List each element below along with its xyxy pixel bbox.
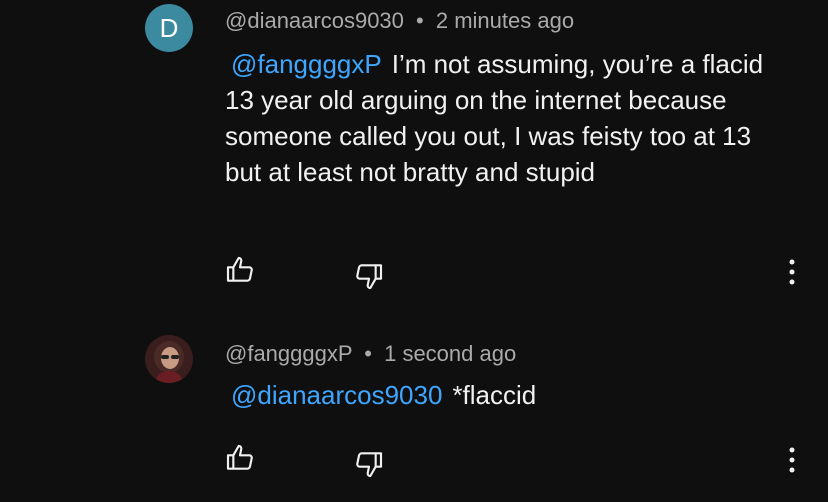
comment-meta: @fanggggxP • 1 second ago <box>225 341 516 367</box>
more-vertical-icon <box>789 259 795 285</box>
more-actions-button[interactable] <box>780 440 804 480</box>
more-actions-button[interactable] <box>780 252 804 292</box>
thumbs-up-icon <box>226 256 253 282</box>
comment-meta: @dianaarcos9030 • 2 minutes ago <box>225 8 574 34</box>
avatar[interactable]: D <box>145 4 193 52</box>
timestamp[interactable]: 2 minutes ago <box>436 8 574 33</box>
avatar[interactable] <box>145 335 193 383</box>
dislike-button[interactable] <box>349 256 389 296</box>
mention-link[interactable]: @fanggggxP <box>231 49 382 79</box>
mention-link[interactable]: @dianaarcos9030 <box>231 380 442 410</box>
avatar-letter: D <box>159 12 179 43</box>
dislike-button[interactable] <box>349 444 389 484</box>
comment-text: @dianaarcos9030 *flaccid <box>225 377 770 413</box>
separator: • <box>364 341 372 366</box>
comment: D @dianaarcos9030 • 2 minutes ago @fangg… <box>0 0 828 300</box>
more-vertical-icon <box>789 447 795 473</box>
like-button[interactable] <box>220 438 260 478</box>
separator: • <box>416 8 424 33</box>
like-button[interactable] <box>220 250 260 290</box>
author-name[interactable]: @dianaarcos9030 <box>225 8 404 33</box>
comment-text: @fanggggxP I’m not assuming, you’re a fla… <box>225 46 770 190</box>
timestamp[interactable]: 1 second ago <box>384 341 516 366</box>
thumbs-up-icon <box>226 444 253 470</box>
profile-photo-icon <box>145 335 193 383</box>
comment-body: *flaccid <box>452 380 537 410</box>
thumbs-down-icon <box>356 452 383 478</box>
thumbs-down-icon <box>356 264 383 290</box>
author-name[interactable]: @fanggggxP <box>225 341 352 366</box>
comment: @fanggggxP • 1 second ago @dianaarcos903… <box>0 320 828 502</box>
